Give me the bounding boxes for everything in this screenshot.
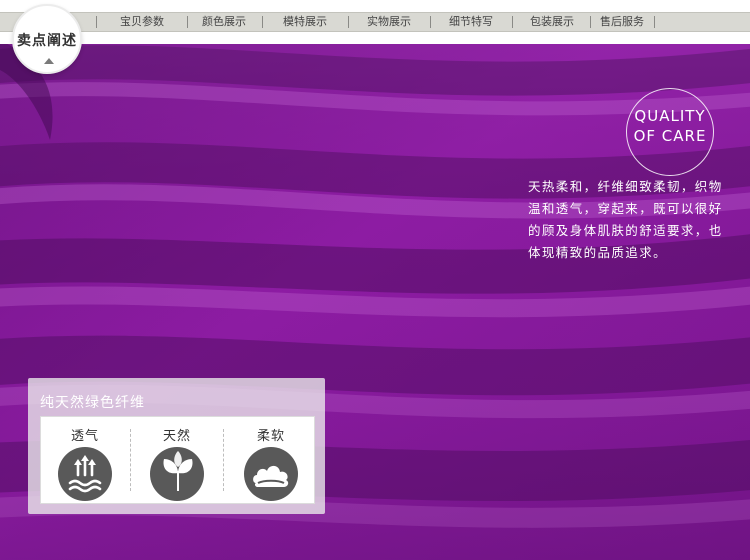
cloud-icon (244, 447, 298, 501)
section-badge: 卖点阐述 (12, 4, 82, 74)
nav-divider (430, 16, 431, 28)
feature-panel-title: 纯天然绿色纤维 (40, 395, 145, 411)
nav-divider (348, 16, 349, 28)
top-navigation: 宝贝参数 颜色展示 模特展示 实物展示 细节特写 包装展示 售后服务 (0, 0, 750, 44)
nav-item-details[interactable]: 细节特写 (432, 13, 510, 31)
description-line: 的顾及身体肌肤的舒适要求，也 (528, 223, 723, 238)
description-line: 体现精致的品质追求。 (528, 245, 668, 260)
feature-panel: 纯天然绿色纤维 透气 天然 柔软 (28, 378, 325, 514)
quality-line2: OF CARE (633, 127, 707, 145)
feature-soft: 柔软 (227, 417, 315, 503)
nav-divider (96, 16, 97, 28)
nav-bar: 宝贝参数 颜色展示 模特展示 实物展示 细节特写 包装展示 售后服务 (0, 12, 750, 32)
feature-natural: 天然 (133, 417, 221, 503)
description-text: 天热柔和，纤维细致柔韧，织物 温和透气，穿起来，既可以很好 的顾及身体肌肤的舒适… (528, 176, 738, 264)
triangle-up-icon (44, 58, 54, 64)
feature-label: 天然 (162, 429, 191, 444)
description-line: 天热柔和，纤维细致柔韧，织物 (528, 179, 723, 194)
feature-label: 柔软 (256, 429, 285, 444)
quality-line1: QUALITY (634, 107, 706, 125)
feature-list: 透气 天然 柔软 (40, 416, 315, 504)
description-line: 温和透气，穿起来，既可以很好 (528, 201, 723, 216)
nav-divider (262, 16, 263, 28)
section-badge-label: 卖点阐述 (17, 33, 77, 49)
nav-item-packaging[interactable]: 包装展示 (514, 13, 590, 31)
nav-divider (654, 16, 655, 28)
nav-item-aftersale[interactable]: 售后服务 (592, 13, 652, 31)
feature-divider (130, 429, 131, 491)
breathable-icon (58, 447, 112, 501)
nav-divider (512, 16, 513, 28)
nav-item-model[interactable]: 模特展示 (264, 13, 346, 31)
nav-divider (590, 16, 591, 28)
leaf-icon (150, 447, 204, 501)
nav-item-params[interactable]: 宝贝参数 (100, 13, 184, 31)
nav-item-colors[interactable]: 颜色展示 (188, 13, 260, 31)
nav-item-real[interactable]: 实物展示 (350, 13, 428, 31)
feature-divider (223, 429, 224, 491)
feature-label: 透气 (70, 429, 99, 444)
feature-breathable: 透气 (41, 417, 129, 503)
quality-of-care-badge: QUALITY OF CARE (626, 88, 714, 176)
